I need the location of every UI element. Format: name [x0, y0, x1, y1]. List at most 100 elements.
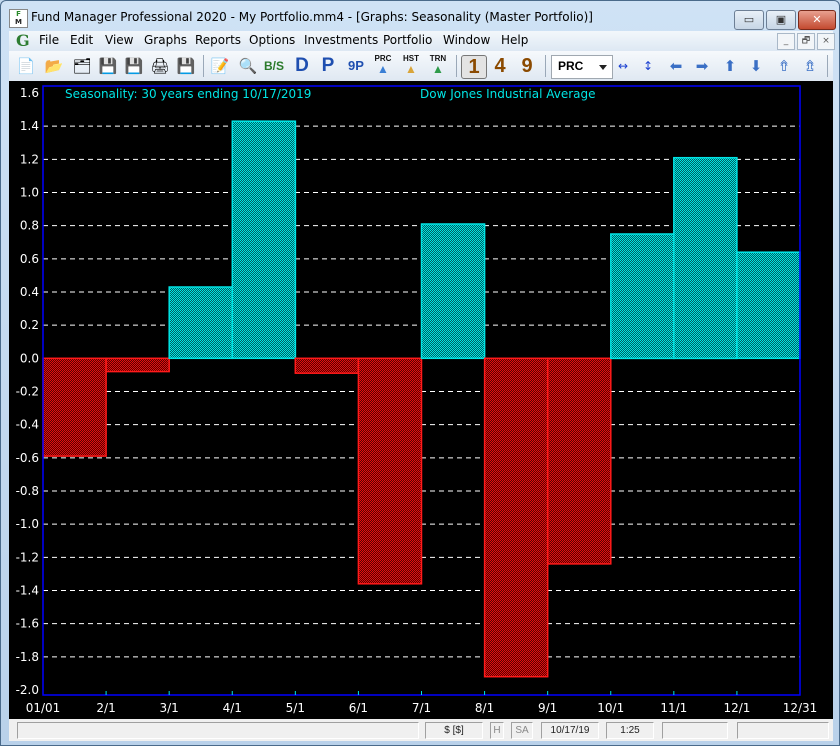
arrow-left-icon[interactable]: ⬅ [665, 55, 687, 77]
search-icon[interactable]: 🔍 [237, 55, 259, 77]
arrow-down-icon[interactable]: ⬇ [745, 55, 767, 77]
seasonality-chart: 1.6 1.4 1.2 1.0 0.8 0.6 0.4 0.2 0.0 -0.2 -0.4 -0.6 -… [16, 85, 818, 715]
import-icon[interactable]: 💾 [175, 55, 197, 77]
maximize-button[interactable]: ▣ [766, 10, 796, 30]
menu-view[interactable]: View [105, 33, 133, 47]
period-4-button[interactable]: 4 [488, 55, 512, 77]
open-multiple-icon[interactable]: 🗂 [71, 55, 93, 77]
nine-p-button[interactable]: 9P [345, 55, 367, 77]
x-tick-label: 3/1 [160, 701, 179, 715]
chart-area: 1.6 1.4 1.2 1.0 0.8 0.6 0.4 0.2 0.0 -0.2 -0.4 -0.6 -… [9, 81, 833, 719]
toolbar-separator [827, 55, 828, 77]
mdi-close-button[interactable]: × [817, 33, 835, 50]
p-button[interactable]: P [317, 55, 339, 77]
menu-bar: G File Edit View Graphs Reports Options … [9, 31, 835, 51]
minimize-icon: ▭ [743, 13, 755, 26]
window-title: Fund Manager Professional 2020 - My Port… [31, 10, 593, 24]
y-tick-label: -1.8 [16, 650, 39, 664]
y-tick-label: 1.4 [20, 119, 39, 133]
edit-icon[interactable]: 📝 [209, 55, 231, 77]
bar-jun [357, 357, 423, 585]
close-icon: ✕ [812, 13, 822, 26]
status-currency: $ [$] [425, 722, 483, 739]
app-window: FM Fund Manager Professional 2020 - My P… [0, 0, 840, 746]
period-1-button[interactable]: 1 [461, 55, 487, 79]
status-sa-indicator: SA [511, 722, 533, 739]
status-message [17, 722, 419, 739]
chevron-down-icon [599, 65, 607, 70]
save-all-icon[interactable]: 💾 [123, 55, 145, 77]
minimize-button[interactable]: ▭ [734, 10, 764, 30]
x-tick-label: 7/1 [412, 701, 431, 715]
y-tick-label: -1.0 [16, 517, 39, 531]
bar-aug [483, 357, 549, 678]
bar-jan [42, 357, 107, 457]
close-button[interactable]: ✕ [798, 10, 836, 30]
save-icon[interactable]: 💾 [97, 55, 119, 77]
menu-file[interactable]: File [39, 33, 59, 47]
expand-horizontal-icon[interactable]: ↔ [612, 55, 634, 77]
menu-edit[interactable]: Edit [70, 33, 93, 47]
y-tick-label: -1.4 [16, 584, 39, 598]
mdi-restore-button[interactable]: 🗗 [797, 33, 815, 50]
expand-vertical-icon[interactable]: ↕ [637, 55, 659, 77]
status-h-indicator: H [490, 722, 504, 739]
x-tick-label: 5/1 [286, 701, 305, 715]
toolbar-separator [545, 55, 546, 77]
new-file-icon[interactable]: 📄 [15, 55, 37, 77]
print-icon[interactable]: 🖨 [149, 55, 171, 77]
y-tick-label: 0.6 [20, 252, 39, 266]
status-date: 10/17/19 [541, 722, 599, 739]
x-tick-label: 01/01 [26, 701, 61, 715]
x-tick-label: 8/1 [475, 701, 494, 715]
toolbar: 📄 📂 🗂 💾 💾 🖨 💾 📝 🔍 B/S D P 9P PRC ▲ HST ▲ T… [9, 51, 833, 81]
x-tick-label: 10/1 [597, 701, 624, 715]
y-tick-label: -0.8 [16, 484, 39, 498]
maximize-icon: ▣ [775, 13, 787, 26]
menu-graphs[interactable]: Graphs [144, 33, 187, 47]
open-folder-icon[interactable]: 📂 [43, 55, 65, 77]
y-tick-label: 1.2 [20, 152, 39, 166]
y-tick-label: 0.8 [20, 219, 39, 233]
y-tick-label: 1.0 [20, 186, 39, 200]
y-tick-label: -2.0 [16, 683, 39, 697]
bar-nov [673, 156, 738, 360]
x-tick-label: 11/1 [660, 701, 687, 715]
bar-may [294, 357, 360, 374]
mdi-minimize-button[interactable]: _ [777, 33, 795, 50]
arrow-up-icon: ▲ [432, 62, 444, 76]
prc-button[interactable]: PRC ▲ [371, 54, 395, 78]
title-bar: FM Fund Manager Professional 2020 - My P… [1, 1, 839, 31]
period-9-button[interactable]: 9 [515, 55, 539, 77]
chart-title: Seasonality: 30 years ending 10/17/2019 [65, 87, 311, 101]
toolbar-separator [456, 55, 457, 77]
arrow-up-icon: ▲ [405, 62, 417, 76]
chart-subtitle: Dow Jones Industrial Average [420, 87, 596, 101]
y-tick-label: 0.4 [20, 285, 39, 299]
hst-button[interactable]: HST ▲ [399, 54, 423, 78]
menu-options[interactable]: Options [249, 33, 295, 47]
y-tick-label: 0.0 [20, 351, 39, 365]
menu-portfolio[interactable]: Portfolio [383, 33, 432, 47]
arrow-up-icon[interactable]: ⬆ [719, 55, 741, 77]
arrow-up-icon: ▲ [377, 62, 389, 76]
arrow-up-fast-icon[interactable]: ⇮ [773, 55, 795, 77]
y-tick-label: -1.6 [16, 617, 39, 631]
bar-sep [546, 357, 612, 565]
menu-reports[interactable]: Reports [195, 33, 241, 47]
x-tick-label: 12/31 [783, 701, 818, 715]
arrow-down-fast-icon[interactable]: ⇯ [799, 55, 821, 77]
buy-sell-icon[interactable]: B/S [263, 55, 285, 77]
arrow-right-icon[interactable]: ➡ [691, 55, 713, 77]
graphs-logo-icon: G [16, 31, 30, 50]
bar-apr [231, 120, 297, 360]
bar-oct [610, 233, 675, 360]
menu-help[interactable]: Help [501, 33, 528, 47]
d-button[interactable]: D [291, 55, 313, 77]
menu-window[interactable]: Window [443, 33, 490, 47]
menu-investments[interactable]: Investments [304, 33, 378, 47]
price-type-select[interactable]: PRC [551, 55, 613, 79]
y-tick-label: 0.2 [20, 318, 39, 332]
trn-button[interactable]: TRN ▲ [426, 54, 450, 78]
status-extra-1 [662, 722, 728, 739]
